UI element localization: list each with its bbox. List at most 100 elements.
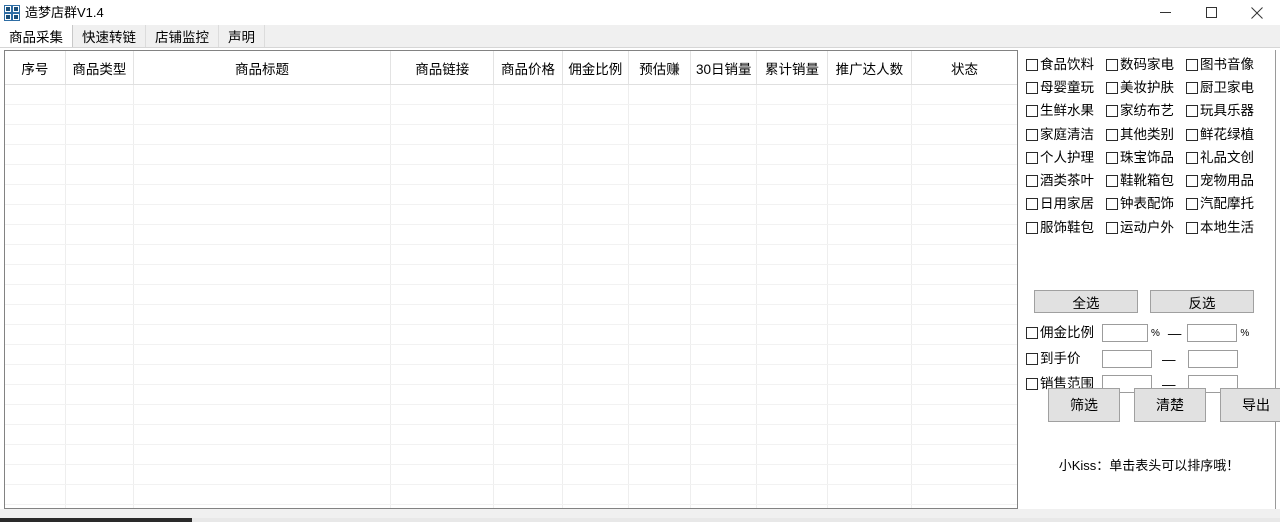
export-button[interactable]: 导出 <box>1220 388 1280 422</box>
table-row[interactable] <box>5 384 1017 405</box>
final-price-checkbox[interactable] <box>1026 353 1038 365</box>
commission-max-input[interactable] <box>1187 324 1238 342</box>
table-row[interactable] <box>5 104 1017 125</box>
category-checkbox-8[interactable]: 玩具乐器 <box>1186 100 1266 123</box>
category-checkbox-18[interactable]: 日用家居 <box>1026 193 1106 216</box>
table-row[interactable] <box>5 264 1017 285</box>
tab-label: 快速转链 <box>82 30 136 45</box>
category-checkbox-13[interactable]: 珠宝饰品 <box>1106 146 1186 169</box>
category-checkbox-9[interactable]: 家庭清洁 <box>1026 123 1106 146</box>
table-row[interactable] <box>5 204 1017 225</box>
table-row[interactable] <box>5 424 1017 445</box>
column-header-5[interactable]: 佣金比例 <box>562 51 629 85</box>
column-header-4[interactable]: 商品价格 <box>493 51 563 85</box>
category-checkbox-6[interactable]: 生鲜水果 <box>1026 100 1106 123</box>
table-cell <box>827 164 913 185</box>
table-cell <box>562 404 629 425</box>
table-cell <box>562 124 629 145</box>
table-row[interactable] <box>5 84 1017 105</box>
table-row[interactable] <box>5 364 1017 385</box>
table-cell <box>628 244 692 265</box>
final-price-max-input[interactable] <box>1187 350 1238 368</box>
category-checkbox-16[interactable]: 鞋靴箱包 <box>1106 169 1186 192</box>
table-cell <box>133 224 392 245</box>
clear-button[interactable]: 清楚 <box>1134 388 1206 422</box>
close-button[interactable] <box>1234 0 1280 25</box>
category-checkbox-3[interactable]: 母婴童玩 <box>1026 76 1106 99</box>
category-checkbox-2[interactable]: 图书音像 <box>1186 53 1266 76</box>
table-row[interactable] <box>5 244 1017 265</box>
category-checkbox-22[interactable]: 运动户外 <box>1106 216 1186 239</box>
category-checkbox-15[interactable]: 酒类茶叶 <box>1026 169 1106 192</box>
table-row[interactable] <box>5 124 1017 145</box>
category-checkbox-14[interactable]: 礼品文创 <box>1186 146 1266 169</box>
table-cell <box>628 304 692 325</box>
table-cell <box>911 404 1017 425</box>
table-cell <box>690 164 758 185</box>
table-header-row[interactable]: 序号 商品类型 商品标题 商品链接 商品价格 佣金比例 预估赚 30日销量 累计销量 推广达人数 状… <box>5 51 1017 85</box>
table-row[interactable] <box>5 224 1017 245</box>
table-row[interactable] <box>5 164 1017 185</box>
filter-button[interactable]: 筛选 <box>1048 388 1120 422</box>
table-row[interactable] <box>5 324 1017 345</box>
category-checkbox-19[interactable]: 钟表配饰 <box>1106 193 1186 216</box>
column-header-3[interactable]: 商品链接 <box>390 51 495 85</box>
filter-panel: 食品饮料 数码家电 图书音像母婴童玩 美妆护肤 厨卫家电生鲜水果 家纺布艺 玩具乐器家庭清洁… <box>1022 50 1280 509</box>
table-cell <box>390 364 495 385</box>
column-header-9[interactable]: 推广达人数 <box>827 51 913 85</box>
column-header-1[interactable]: 商品类型 <box>65 51 135 85</box>
table-row[interactable] <box>5 464 1017 485</box>
table-row[interactable] <box>5 484 1017 505</box>
table-row[interactable] <box>5 184 1017 205</box>
column-header-7[interactable]: 30日销量 <box>690 51 758 85</box>
table-cell <box>65 104 135 125</box>
table-row[interactable] <box>5 444 1017 465</box>
product-table-container[interactable]: 序号 商品类型 商品标题 商品链接 商品价格 佣金比例 预估赚 30日销量 累计销量 推广达人数 状… <box>4 50 1018 509</box>
final-price-min-input[interactable] <box>1102 350 1152 368</box>
table-cell <box>827 284 913 305</box>
category-checkbox-17[interactable]: 宠物用品 <box>1186 169 1266 192</box>
table-cell <box>562 244 629 265</box>
select-all-button[interactable]: 全选 <box>1034 290 1138 313</box>
maximize-button[interactable] <box>1188 0 1234 25</box>
table-cell <box>827 144 913 165</box>
category-checkbox-5[interactable]: 厨卫家电 <box>1186 76 1266 99</box>
table-cell <box>65 424 135 445</box>
table-cell <box>827 104 913 125</box>
column-header-8[interactable]: 累计销量 <box>756 51 828 85</box>
category-checkbox-21[interactable]: 服饰鞋包 <box>1026 216 1106 239</box>
category-checkbox-7[interactable]: 家纺布艺 <box>1106 100 1186 123</box>
table-row[interactable] <box>5 404 1017 425</box>
table-cell <box>911 324 1017 345</box>
column-header-label: 商品标题 <box>235 61 289 77</box>
category-checkbox-11[interactable]: 鲜花绿植 <box>1186 123 1266 146</box>
commission-min-input[interactable] <box>1102 324 1148 342</box>
category-checkbox-12[interactable]: 个人护理 <box>1026 146 1106 169</box>
category-checkbox-10[interactable]: 其他类别 <box>1106 123 1186 146</box>
table-row[interactable] <box>5 144 1017 165</box>
tab-3[interactable]: 声明 <box>219 25 265 47</box>
tab-1[interactable]: 快速转链 <box>73 25 146 47</box>
category-checkbox-0[interactable]: 食品饮料 <box>1026 53 1106 76</box>
category-checkbox-1[interactable]: 数码家电 <box>1106 53 1186 76</box>
column-header-10[interactable]: 状态 <box>911 51 1017 85</box>
commission-checkbox[interactable] <box>1026 327 1038 339</box>
tab-0[interactable]: 商品采集 <box>0 25 73 47</box>
category-checkbox-4[interactable]: 美妆护肤 <box>1106 76 1186 99</box>
table-row[interactable] <box>5 284 1017 305</box>
category-label: 厨卫家电 <box>1200 79 1254 95</box>
final-price-label: 到手价 <box>1040 351 1081 366</box>
sales-range-checkbox[interactable] <box>1026 378 1038 390</box>
minimize-button[interactable] <box>1142 0 1188 25</box>
column-header-6[interactable]: 预估赚 <box>628 51 692 85</box>
category-checkbox-20[interactable]: 汽配摩托 <box>1186 193 1266 216</box>
table-cell <box>911 284 1017 305</box>
table-row[interactable] <box>5 344 1017 365</box>
invert-selection-button[interactable]: 反选 <box>1150 290 1254 313</box>
column-header-2[interactable]: 商品标题 <box>133 51 392 85</box>
table-cell <box>911 384 1017 405</box>
tab-2[interactable]: 店铺监控 <box>146 25 219 47</box>
table-row[interactable] <box>5 304 1017 325</box>
category-checkbox-23[interactable]: 本地生活 <box>1186 216 1266 239</box>
column-header-0[interactable]: 序号 <box>5 51 66 85</box>
